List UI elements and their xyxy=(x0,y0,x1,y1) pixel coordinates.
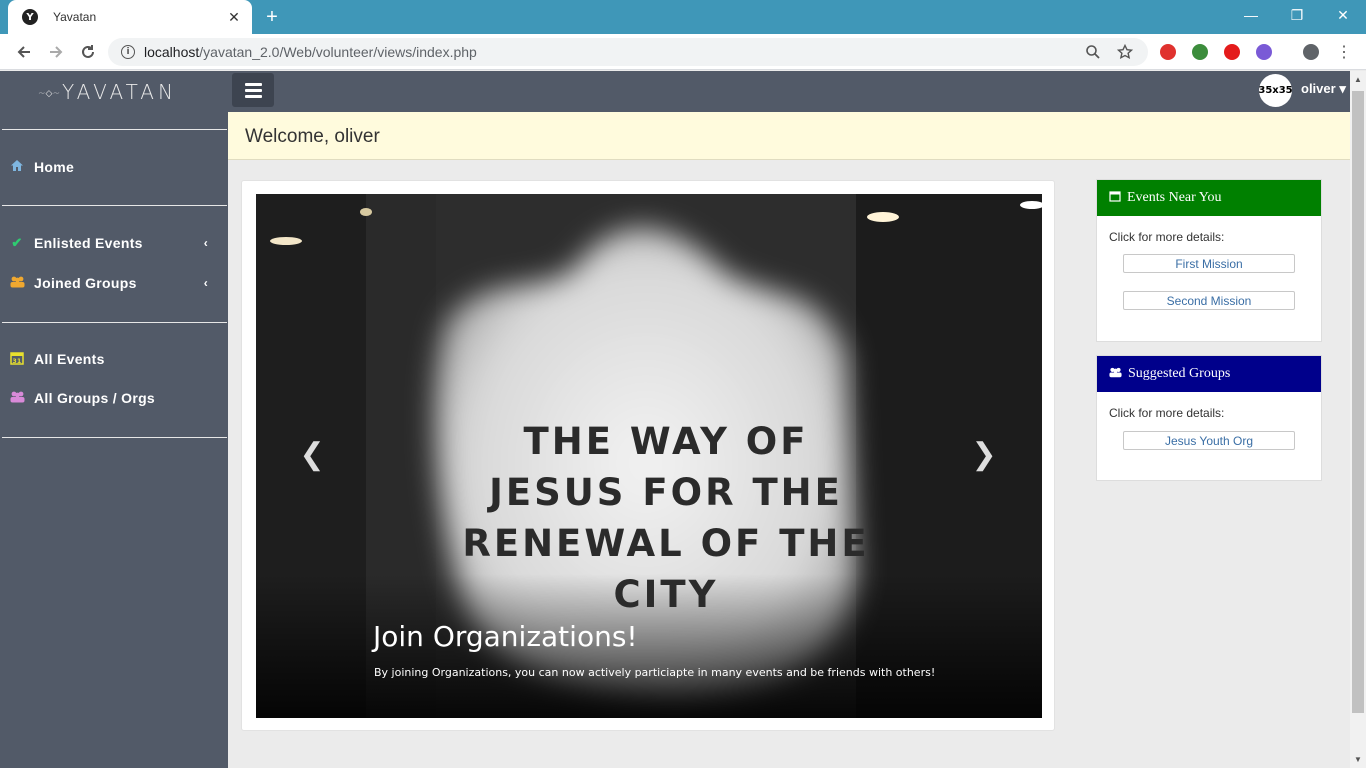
browser-titlebar: Y Yavatan ✕ + — ❐ ✕ xyxy=(0,0,1366,34)
suggested-groups-card: Suggested Groups Click for more details:… xyxy=(1096,355,1322,481)
card-note: Click for more details: xyxy=(1109,230,1225,244)
card-header: Suggested Groups xyxy=(1097,356,1321,392)
brand-name: YAVATAN xyxy=(62,80,177,104)
carousel-panel: THE WAY OF JESUS FOR THE RENEWAL OF THE … xyxy=(241,180,1055,731)
event-second-mission-button[interactable]: Second Mission xyxy=(1123,291,1295,310)
caret-down-icon: ▾ xyxy=(1339,81,1346,96)
welcome-banner: Welcome, oliver xyxy=(228,112,1350,160)
sidebar-item-enlisted-events[interactable]: ✔ Enlisted Events ‹ xyxy=(0,225,228,261)
sidebar-item-home[interactable]: Home xyxy=(0,149,228,185)
group-icon xyxy=(10,276,25,291)
group-icon xyxy=(10,391,25,406)
scroll-up-icon[interactable]: ▲ xyxy=(1354,75,1362,84)
new-tab-icon[interactable]: + xyxy=(262,7,282,27)
card-title: Suggested Groups xyxy=(1128,366,1231,381)
profile-icon[interactable] xyxy=(1303,44,1319,60)
user-menu[interactable]: oliver ▾ xyxy=(1301,81,1346,97)
hamburger-menu-button[interactable] xyxy=(232,73,274,107)
extension-globe-icon[interactable] xyxy=(1192,44,1208,60)
yavatan-favicon-icon: Y xyxy=(22,9,38,25)
browser-toolbar: i localhost/yavatan_2.0/Web/volunteer/vi… xyxy=(0,34,1366,70)
calendar-icon xyxy=(1109,190,1121,206)
welcome-text: Welcome, oliver xyxy=(245,126,380,147)
calendar-icon: 31 xyxy=(10,351,24,368)
carousel-prev-icon[interactable]: ❮ xyxy=(299,438,324,471)
card-note: Click for more details: xyxy=(1109,406,1225,420)
bookmark-star-icon[interactable] xyxy=(1116,43,1134,64)
browser-menu-icon[interactable]: ⋮ xyxy=(1332,40,1356,64)
restore-icon[interactable]: ❐ xyxy=(1274,0,1320,30)
chevron-left-icon: ‹ xyxy=(203,276,208,290)
check-icon: ✔ xyxy=(11,235,23,250)
sidebar-item-joined-groups[interactable]: Joined Groups ‹ xyxy=(0,265,228,301)
sign-text: THE WAY OF JESUS FOR THE RENEWAL OF THE … xyxy=(462,420,870,616)
group-jesus-youth-org-button[interactable]: Jesus Youth Org xyxy=(1123,431,1295,450)
reload-icon[interactable] xyxy=(76,40,100,64)
divider xyxy=(2,437,227,438)
event-first-mission-button[interactable]: First Mission xyxy=(1123,254,1295,273)
page-scrollbar[interactable]: ▲ ▼ xyxy=(1350,71,1366,768)
divider xyxy=(2,205,227,206)
brand-logo[interactable]: ~◇~ YAVATAN xyxy=(38,80,188,104)
sidebar-item-label: Enlisted Events xyxy=(34,235,143,251)
browser-tab[interactable]: Y Yavatan ✕ xyxy=(8,0,252,34)
divider xyxy=(2,129,227,130)
card-title: Events Near You xyxy=(1127,190,1222,205)
site-info-icon[interactable]: i xyxy=(121,45,135,59)
card-header: Events Near You xyxy=(1097,180,1321,216)
svg-text:31: 31 xyxy=(13,358,22,365)
carousel-caption-title: Join Organizations! xyxy=(373,620,638,653)
divider xyxy=(2,322,227,323)
extension-tool-icon[interactable] xyxy=(1256,44,1272,60)
address-bar[interactable]: i localhost/yavatan_2.0/Web/volunteer/vi… xyxy=(108,38,1148,66)
zoom-icon[interactable] xyxy=(1085,44,1101,64)
sidebar-item-label: Joined Groups xyxy=(34,275,137,291)
sidebar: ~◇~ YAVATAN Home ✔ Enlisted Events ‹ Join… xyxy=(0,71,228,768)
carousel-next-icon[interactable]: ❯ xyxy=(971,438,996,471)
events-near-you-card: Events Near You Click for more details: … xyxy=(1096,179,1322,342)
image-carousel[interactable]: THE WAY OF JESUS FOR THE RENEWAL OF THE … xyxy=(256,194,1042,718)
sidebar-item-all-groups[interactable]: All Groups / Orgs xyxy=(0,380,228,416)
group-icon xyxy=(1109,367,1122,382)
carousel-caption-text: By joining Organizations, you can now ac… xyxy=(374,666,936,679)
sidebar-item-label: Home xyxy=(34,159,75,175)
sidebar-item-label: All Groups / Orgs xyxy=(34,390,156,406)
top-navbar: 35x35 oliver ▾ xyxy=(228,71,1350,112)
home-icon xyxy=(10,159,24,175)
url-path: /yavatan_2.0/Web/volunteer/views/index.p… xyxy=(199,44,477,60)
sidebar-item-label: All Events xyxy=(34,351,105,367)
avatar[interactable]: 35x35 xyxy=(1258,74,1293,107)
chevron-left-icon: ‹ xyxy=(203,236,208,250)
extension-opera-icon[interactable] xyxy=(1224,44,1240,60)
tab-title: Yavatan xyxy=(53,10,97,24)
extension-red-icon[interactable] xyxy=(1160,44,1176,60)
brand-mark-icon: ~◇~ xyxy=(38,88,61,99)
scroll-thumb[interactable] xyxy=(1352,91,1364,713)
back-icon[interactable] xyxy=(12,40,36,64)
url-text[interactable]: localhost/yavatan_2.0/Web/volunteer/view… xyxy=(144,44,477,60)
user-name: oliver xyxy=(1301,81,1336,96)
minimize-icon[interactable]: — xyxy=(1228,0,1274,30)
close-window-icon[interactable]: ✕ xyxy=(1320,0,1366,30)
tab-close-icon[interactable]: ✕ xyxy=(224,7,244,27)
url-host: localhost xyxy=(144,44,200,60)
forward-icon[interactable] xyxy=(44,40,68,64)
sidebar-item-all-events[interactable]: 31 All Events xyxy=(0,341,228,377)
scroll-down-icon[interactable]: ▼ xyxy=(1354,755,1362,764)
